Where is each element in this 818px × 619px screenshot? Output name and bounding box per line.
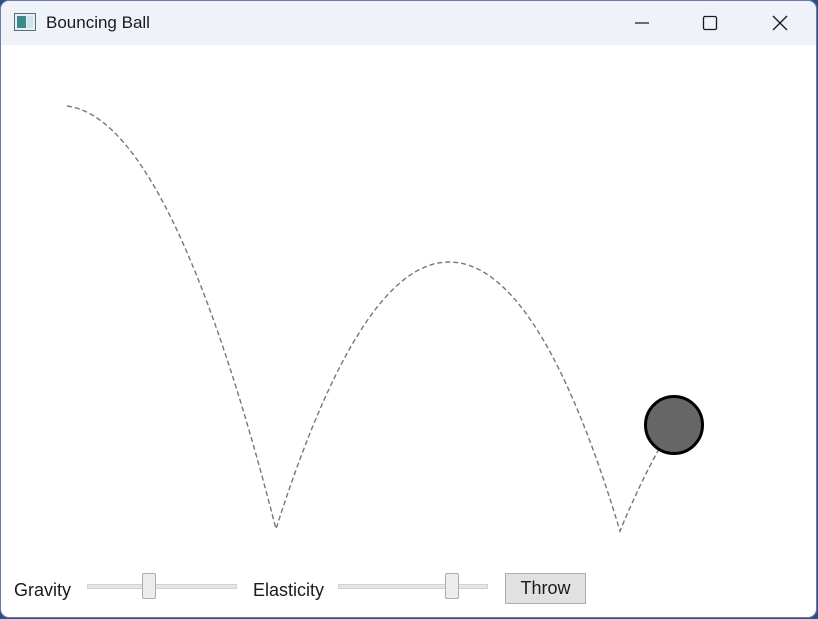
title-bar[interactable]: Bouncing Ball: [1, 1, 816, 45]
throw-button[interactable]: Throw: [505, 573, 586, 604]
elasticity-slider-track[interactable]: [338, 584, 488, 589]
app-window: Bouncing Ball Gravity Elasticity Throw: [1, 1, 816, 617]
ball[interactable]: [644, 395, 704, 455]
gravity-slider-thumb[interactable]: [142, 573, 156, 599]
window-title: Bouncing Ball: [46, 13, 150, 32]
gravity-slider[interactable]: [87, 573, 237, 601]
close-icon: [772, 15, 788, 31]
control-bar: Gravity Elasticity Throw: [1, 565, 816, 617]
gravity-label: Gravity: [14, 580, 72, 600]
elasticity-slider-thumb[interactable]: [445, 573, 459, 599]
elasticity-label: Elasticity: [253, 580, 325, 600]
maximize-button[interactable]: [676, 1, 744, 45]
close-button[interactable]: [746, 1, 814, 45]
gravity-slider-track[interactable]: [87, 584, 237, 589]
trajectory-path: [66, 105, 660, 534]
minimize-icon: [635, 22, 649, 24]
minimize-button[interactable]: [608, 1, 676, 45]
simulation-canvas[interactable]: [1, 45, 816, 565]
maximize-icon: [702, 15, 718, 31]
app-window-icon: [14, 13, 36, 31]
elasticity-slider[interactable]: [338, 573, 488, 601]
